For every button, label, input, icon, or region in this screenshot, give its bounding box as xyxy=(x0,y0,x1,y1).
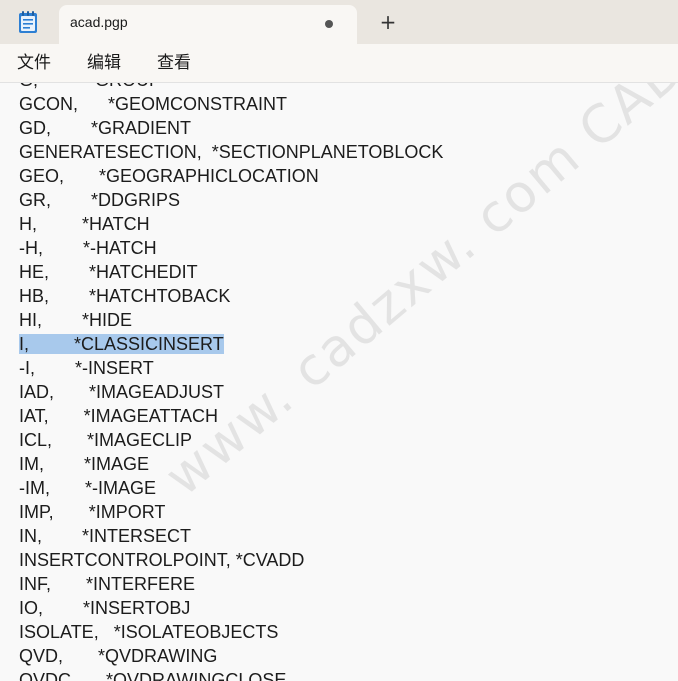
text-line[interactable]: ICL, *IMAGECLIP xyxy=(19,428,443,452)
text-line[interactable]: QVDC, *QVDRAWINGCLOSE xyxy=(19,668,443,681)
text-line[interactable]: H, *HATCH xyxy=(19,212,443,236)
line-text: HE, *HATCHEDIT xyxy=(19,262,198,282)
plus-icon: + xyxy=(379,10,397,34)
line-text: IAD, *IMAGEADJUST xyxy=(19,382,225,402)
line-text: INSERTCONTROLPOINT, *CVADD xyxy=(19,550,305,570)
text-lines: G, *GROUP GCON, *GEOMCONSTRAINT GD, *GRADI… xyxy=(19,83,443,681)
line-text: ICL, *IMAGECLIP xyxy=(19,430,193,450)
title-bar: acad.pgp + xyxy=(0,0,678,44)
line-text: IMP, *IMPORT xyxy=(19,502,166,522)
selected-text: I, *CLASSICINSERT xyxy=(19,334,224,354)
text-line[interactable]: INSERTCONTROLPOINT, *CVADD xyxy=(19,548,443,572)
line-text: IO, *INSERTOBJ xyxy=(19,598,191,618)
line-text: IAT, *IMAGEATTACH xyxy=(19,406,219,426)
menu-edit[interactable]: 编辑 xyxy=(87,52,121,74)
text-line[interactable]: I, *CLASSICINSERT xyxy=(19,332,443,356)
unsaved-dot-icon[interactable] xyxy=(325,20,333,28)
line-text: QVDC, *QVDRAWINGCLOSE xyxy=(19,670,287,681)
tab-title: acad.pgp xyxy=(70,14,128,30)
text-line[interactable]: IN, *INTERSECT xyxy=(19,524,443,548)
text-line[interactable]: IAT, *IMAGEATTACH xyxy=(19,404,443,428)
line-text: GENERATESECTION, *SECTIONPLANETOBLOCK xyxy=(19,142,444,162)
text-line[interactable]: HB, *HATCHTOBACK xyxy=(19,284,443,308)
line-text: GR, *DDGRIPS xyxy=(19,190,181,210)
text-line[interactable]: INF, *INTERFERE xyxy=(19,572,443,596)
menu-bar: 文件 编辑 查看 xyxy=(0,44,678,83)
new-tab-button[interactable]: + xyxy=(376,10,400,34)
text-line[interactable]: QVD, *QVDRAWING xyxy=(19,644,443,668)
line-text: IN, *INTERSECT xyxy=(19,526,192,546)
text-line[interactable]: GCON, *GEOMCONSTRAINT xyxy=(19,92,443,116)
line-text: -IM, *-IMAGE xyxy=(19,478,157,498)
tab-acad-pgp[interactable]: acad.pgp xyxy=(59,5,357,44)
text-line[interactable]: -IM, *-IMAGE xyxy=(19,476,443,500)
text-line[interactable]: -H, *-HATCH xyxy=(19,236,443,260)
line-text: HI, *HIDE xyxy=(19,310,133,330)
line-text: IM, *IMAGE xyxy=(19,454,150,474)
notepad-icon xyxy=(19,11,37,33)
text-line[interactable]: HI, *HIDE xyxy=(19,308,443,332)
line-text: GD, *GRADIENT xyxy=(19,118,192,138)
line-text: H, *HATCH xyxy=(19,214,150,234)
text-editor[interactable]: G, *GROUP GCON, *GEOMCONSTRAINT GD, *GRADI… xyxy=(0,83,678,681)
text-line[interactable]: GR, *DDGRIPS xyxy=(19,188,443,212)
text-line[interactable]: GEO, *GEOGRAPHICLOCATION xyxy=(19,164,443,188)
line-text: QVD, *QVDRAWING xyxy=(19,646,218,666)
line-text: HB, *HATCHTOBACK xyxy=(19,286,231,306)
line-text: GCON, *GEOMCONSTRAINT xyxy=(19,94,288,114)
line-text: INF, *INTERFERE xyxy=(19,574,196,594)
line-text: G, *GROUP xyxy=(19,83,161,90)
text-line[interactable]: GENERATESECTION, *SECTIONPLANETOBLOCK xyxy=(19,140,443,164)
text-line[interactable]: IM, *IMAGE xyxy=(19,452,443,476)
menu-file[interactable]: 文件 xyxy=(17,52,51,74)
text-line[interactable]: ISOLATE, *ISOLATEOBJECTS xyxy=(19,620,443,644)
text-line[interactable]: IAD, *IMAGEADJUST xyxy=(19,380,443,404)
line-text: ISOLATE, *ISOLATEOBJECTS xyxy=(19,622,279,642)
text-line[interactable]: G, *GROUP xyxy=(19,83,443,92)
text-line[interactable]: IO, *INSERTOBJ xyxy=(19,596,443,620)
line-text: -H, *-HATCH xyxy=(19,238,157,258)
line-text: GEO, *GEOGRAPHICLOCATION xyxy=(19,166,319,186)
text-line[interactable]: IMP, *IMPORT xyxy=(19,500,443,524)
text-line[interactable]: GD, *GRADIENT xyxy=(19,116,443,140)
text-line[interactable]: -I, *-INSERT xyxy=(19,356,443,380)
text-line[interactable]: HE, *HATCHEDIT xyxy=(19,260,443,284)
line-text: -I, *-INSERT xyxy=(19,358,154,378)
menu-view[interactable]: 查看 xyxy=(157,52,191,74)
